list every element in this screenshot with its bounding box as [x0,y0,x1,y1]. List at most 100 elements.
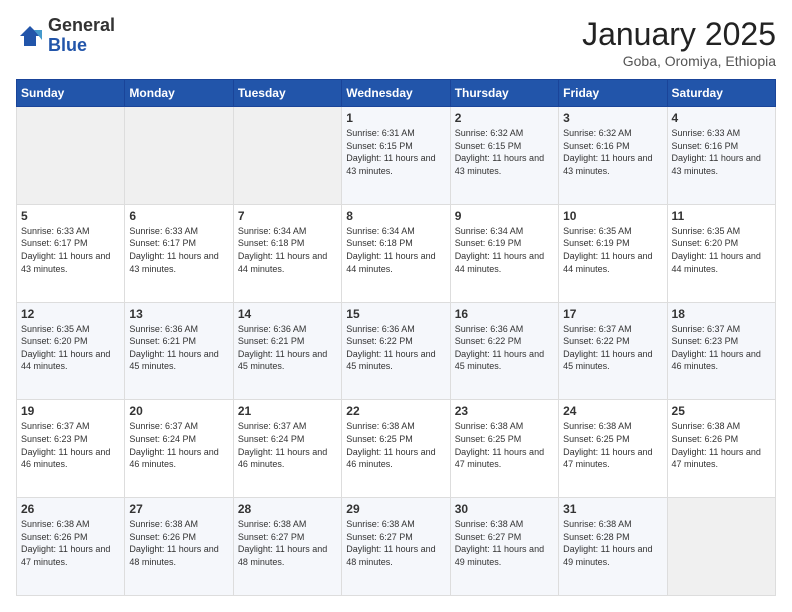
calendar-cell: 2 Sunrise: 6:32 AMSunset: 6:15 PMDaylight… [450,107,558,205]
cell-details: Sunrise: 6:35 AMSunset: 6:19 PMDaylight:… [563,225,662,275]
day-number: 9 [455,209,554,223]
day-number: 29 [346,502,445,516]
logo-icon [16,22,44,50]
calendar-week-row: 26 Sunrise: 6:38 AMSunset: 6:26 PMDayligh… [17,498,776,596]
cell-details: Sunrise: 6:34 AMSunset: 6:18 PMDaylight:… [346,225,445,275]
logo-general-text: General [48,15,115,35]
day-number: 4 [672,111,771,125]
cell-details: Sunrise: 6:31 AMSunset: 6:15 PMDaylight:… [346,127,445,177]
calendar-week-row: 12 Sunrise: 6:35 AMSunset: 6:20 PMDayligh… [17,302,776,400]
month-title: January 2025 [582,16,776,53]
day-header-thursday: Thursday [450,80,558,107]
day-number: 14 [238,307,337,321]
cell-details: Sunrise: 6:37 AMSunset: 6:23 PMDaylight:… [21,420,120,470]
calendar-cell: 23Sunrise: 6:38 AMSunset: 6:25 PMDayligh… [450,400,558,498]
calendar-cell: 3 Sunrise: 6:32 AMSunset: 6:16 PMDaylight… [559,107,667,205]
calendar-cell: 14 Sunrise: 6:36 AMSunset: 6:21 PMDayligh… [233,302,341,400]
calendar-cell: 8 Sunrise: 6:34 AMSunset: 6:18 PMDaylight… [342,204,450,302]
cell-details: Sunrise: 6:35 AMSunset: 6:20 PMDaylight:… [21,323,120,373]
day-header-monday: Monday [125,80,233,107]
calendar-week-row: 5Sunrise: 6:33 AMSunset: 6:17 PMDaylight… [17,204,776,302]
day-number: 13 [129,307,228,321]
calendar-cell: 9 Sunrise: 6:34 AMSunset: 6:19 PMDaylight… [450,204,558,302]
day-number: 20 [129,404,228,418]
cell-details: Sunrise: 6:33 AMSunset: 6:16 PMDaylight:… [672,127,771,177]
day-header-saturday: Saturday [667,80,775,107]
header: General Blue January 2025 Goba, Oromiya,… [16,16,776,69]
logo-blue-text: Blue [48,35,87,55]
day-number: 30 [455,502,554,516]
cell-details: Sunrise: 6:38 AMSunset: 6:26 PMDaylight:… [21,518,120,568]
day-number: 25 [672,404,771,418]
calendar-cell: 29 Sunrise: 6:38 AMSunset: 6:27 PMDayligh… [342,498,450,596]
cell-details: Sunrise: 6:33 AMSunset: 6:17 PMDaylight:… [21,225,120,275]
day-number: 21 [238,404,337,418]
day-number: 15 [346,307,445,321]
calendar-cell: 20 Sunrise: 6:37 AMSunset: 6:24 PMDayligh… [125,400,233,498]
day-number: 6 [129,209,228,223]
day-number: 22 [346,404,445,418]
day-number: 16 [455,307,554,321]
day-number: 24 [563,404,662,418]
cell-details: Sunrise: 6:38 AMSunset: 6:25 PMDaylight:… [563,420,662,470]
cell-details: Sunrise: 6:38 AMSunset: 6:26 PMDaylight:… [672,420,771,470]
cell-details: Sunrise: 6:34 AMSunset: 6:18 PMDaylight:… [238,225,337,275]
calendar-cell: 7 Sunrise: 6:34 AMSunset: 6:18 PMDaylight… [233,204,341,302]
calendar-cell: 1 Sunrise: 6:31 AMSunset: 6:15 PMDaylight… [342,107,450,205]
cell-details: Sunrise: 6:37 AMSunset: 6:24 PMDaylight:… [129,420,228,470]
day-number: 31 [563,502,662,516]
calendar-cell: 13Sunrise: 6:36 AMSunset: 6:21 PMDayligh… [125,302,233,400]
cell-details: Sunrise: 6:38 AMSunset: 6:27 PMDaylight:… [455,518,554,568]
day-number: 17 [563,307,662,321]
cell-details: Sunrise: 6:33 AMSunset: 6:17 PMDaylight:… [129,225,228,275]
logo: General Blue [16,16,115,56]
cell-details: Sunrise: 6:36 AMSunset: 6:22 PMDaylight:… [346,323,445,373]
cell-details: Sunrise: 6:38 AMSunset: 6:27 PMDaylight:… [346,518,445,568]
cell-details: Sunrise: 6:36 AMSunset: 6:21 PMDaylight:… [238,323,337,373]
calendar-cell: 24 Sunrise: 6:38 AMSunset: 6:25 PMDayligh… [559,400,667,498]
calendar-table: SundayMondayTuesdayWednesdayThursdayFrid… [16,79,776,596]
cell-details: Sunrise: 6:32 AMSunset: 6:15 PMDaylight:… [455,127,554,177]
location: Goba, Oromiya, Ethiopia [582,53,776,69]
day-number: 28 [238,502,337,516]
calendar-header-row: SundayMondayTuesdayWednesdayThursdayFrid… [17,80,776,107]
cell-details: Sunrise: 6:38 AMSunset: 6:25 PMDaylight:… [455,420,554,470]
calendar-cell: 18 Sunrise: 6:37 AMSunset: 6:23 PMDayligh… [667,302,775,400]
day-number: 3 [563,111,662,125]
day-number: 2 [455,111,554,125]
cell-details: Sunrise: 6:36 AMSunset: 6:22 PMDaylight:… [455,323,554,373]
day-number: 12 [21,307,120,321]
day-header-tuesday: Tuesday [233,80,341,107]
cell-details: Sunrise: 6:38 AMSunset: 6:25 PMDaylight:… [346,420,445,470]
cell-details: Sunrise: 6:37 AMSunset: 6:23 PMDaylight:… [672,323,771,373]
calendar-week-row: 1 Sunrise: 6:31 AMSunset: 6:15 PMDaylight… [17,107,776,205]
calendar-cell [125,107,233,205]
cell-details: Sunrise: 6:38 AMSunset: 6:28 PMDaylight:… [563,518,662,568]
calendar-cell: 16 Sunrise: 6:36 AMSunset: 6:22 PMDayligh… [450,302,558,400]
calendar-cell: 27 Sunrise: 6:38 AMSunset: 6:26 PMDayligh… [125,498,233,596]
cell-details: Sunrise: 6:34 AMSunset: 6:19 PMDaylight:… [455,225,554,275]
page: General Blue January 2025 Goba, Oromiya,… [0,0,792,612]
cell-details: Sunrise: 6:37 AMSunset: 6:24 PMDaylight:… [238,420,337,470]
day-number: 26 [21,502,120,516]
day-header-friday: Friday [559,80,667,107]
cell-details: Sunrise: 6:32 AMSunset: 6:16 PMDaylight:… [563,127,662,177]
cell-details: Sunrise: 6:37 AMSunset: 6:22 PMDaylight:… [563,323,662,373]
day-number: 27 [129,502,228,516]
calendar-cell: 10Sunrise: 6:35 AMSunset: 6:19 PMDayligh… [559,204,667,302]
calendar-cell: 26 Sunrise: 6:38 AMSunset: 6:26 PMDayligh… [17,498,125,596]
calendar-cell: 31 Sunrise: 6:38 AMSunset: 6:28 PMDayligh… [559,498,667,596]
cell-details: Sunrise: 6:38 AMSunset: 6:27 PMDaylight:… [238,518,337,568]
cell-details: Sunrise: 6:38 AMSunset: 6:26 PMDaylight:… [129,518,228,568]
calendar-cell [667,498,775,596]
calendar-cell: 15 Sunrise: 6:36 AMSunset: 6:22 PMDayligh… [342,302,450,400]
calendar-cell: 21 Sunrise: 6:37 AMSunset: 6:24 PMDayligh… [233,400,341,498]
day-number: 1 [346,111,445,125]
day-number: 18 [672,307,771,321]
day-number: 7 [238,209,337,223]
day-number: 8 [346,209,445,223]
day-header-sunday: Sunday [17,80,125,107]
calendar-cell: 22 Sunrise: 6:38 AMSunset: 6:25 PMDayligh… [342,400,450,498]
calendar-cell: 5Sunrise: 6:33 AMSunset: 6:17 PMDaylight… [17,204,125,302]
calendar-cell: 17 Sunrise: 6:37 AMSunset: 6:22 PMDayligh… [559,302,667,400]
